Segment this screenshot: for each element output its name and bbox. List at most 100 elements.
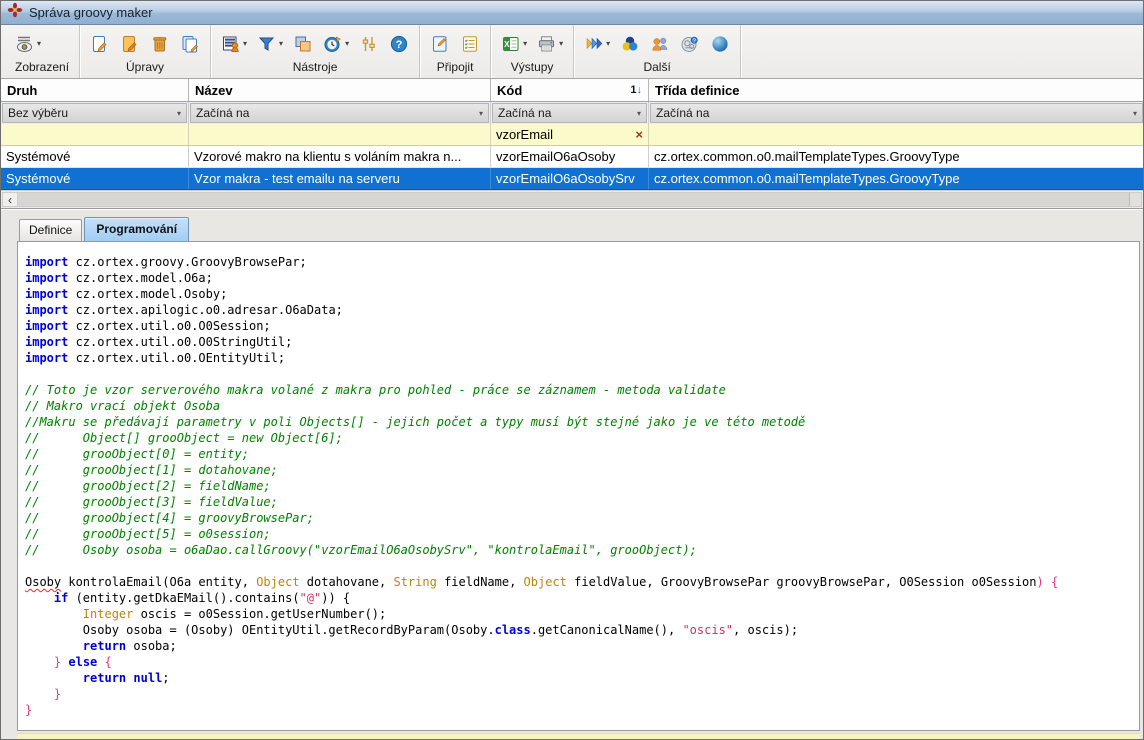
- view-eye-button[interactable]: ▾: [15, 34, 41, 54]
- column-header-t-da-definice[interactable]: Třída definice: [649, 79, 1144, 101]
- view-eye-icon: [15, 34, 35, 54]
- filter-value-input[interactable]: [189, 124, 491, 145]
- filter-button[interactable]: ▾: [257, 34, 283, 54]
- toolbar-group-výstupy: X▾▾Výstupy: [491, 25, 574, 78]
- code-segment-c: // grooObject[4] = groovyBrowsePar;: [25, 511, 314, 525]
- scroll-left-button[interactable]: ‹: [2, 192, 18, 207]
- attach-list-button[interactable]: [460, 34, 480, 54]
- code-segment-k: import: [25, 303, 68, 317]
- code-segment-c: // Object[] grooObject = new Object[6];: [25, 431, 343, 445]
- more-chevrons-button[interactable]: ▾: [584, 34, 610, 54]
- code-segment-p: cz.ortex.util.o0.O0StringUtil;: [68, 335, 292, 349]
- table-row[interactable]: SystémovéVzorové makro na klientu s volá…: [1, 146, 1143, 168]
- code-segment-b: ) {: [1037, 575, 1059, 589]
- dropdown-caret-icon[interactable]: ▾: [559, 40, 563, 48]
- code-segment-t: Object: [524, 575, 567, 589]
- code-segment-p: [25, 591, 54, 605]
- code-segment-c: // grooObject[3] = fieldValue;: [25, 495, 278, 509]
- filter-operator-dropdown[interactable]: Začíná na▾: [492, 103, 647, 123]
- detail-panel: DefiniceProgramování import cz.ortex.gro…: [1, 209, 1143, 739]
- dropdown-caret-icon[interactable]: ▾: [243, 40, 247, 48]
- sphere-button[interactable]: [710, 34, 730, 54]
- tab-definice[interactable]: Definice: [19, 219, 82, 241]
- browse-settings-button[interactable]: ▾: [221, 34, 247, 54]
- edit-record-button[interactable]: [120, 34, 140, 54]
- filter-icon: [257, 34, 277, 54]
- clear-filter-icon[interactable]: ×: [635, 127, 643, 142]
- filter-value-input[interactable]: vzorEmail×: [491, 124, 649, 145]
- title-bar[interactable]: Správa groovy maker: [1, 1, 1143, 25]
- users-button[interactable]: [650, 34, 670, 54]
- grid-horizontal-scrollbar[interactable]: ‹: [1, 190, 1143, 208]
- column-header-druh[interactable]: Druh: [1, 79, 189, 101]
- code-segment-p: ;: [162, 671, 169, 685]
- code-line: import cz.ortex.apilogic.o0.adresar.O6aD…: [25, 302, 1139, 318]
- svg-text:?: ?: [693, 38, 696, 44]
- code-line: import cz.ortex.groovy.GroovyBrowsePar;: [25, 254, 1139, 270]
- code-line: } else {: [25, 654, 1139, 670]
- print-button[interactable]: ▾: [537, 34, 563, 54]
- dropdown-caret-icon[interactable]: ▾: [606, 40, 610, 48]
- code-segment-k: import: [25, 351, 68, 365]
- code-line: [25, 558, 1139, 574]
- code-segment-p: [25, 687, 54, 701]
- dropdown-caret-icon[interactable]: ▾: [345, 40, 349, 48]
- table-row-selected[interactable]: SystémovéVzor makra - test emailu na ser…: [1, 168, 1143, 190]
- filter-operator-dropdown[interactable]: Začíná na▾: [190, 103, 489, 123]
- code-line: // Object[] grooObject = new Object[6];: [25, 430, 1139, 446]
- delete-record-icon: [150, 34, 170, 54]
- grid-filter-operator-row: Bez výběru▾Začíná na▾Začíná na▾Začíná na…: [1, 102, 1143, 124]
- code-segment-p: cz.ortex.model.Osoby;: [68, 287, 227, 301]
- code-segment-p: [25, 607, 83, 621]
- history-clock-button[interactable]: ▾: [323, 34, 349, 54]
- code-segment-t: Object: [256, 575, 299, 589]
- sphere-icon: [710, 34, 730, 54]
- copy-record-icon: [180, 34, 200, 54]
- excel-export-button[interactable]: X▾: [501, 34, 527, 54]
- code-segment-k: import: [25, 287, 68, 301]
- dropdown-caret-icon[interactable]: ▾: [37, 40, 41, 48]
- filter-operator-value: Začíná na: [196, 106, 249, 120]
- history-clock-icon: [323, 34, 343, 54]
- filter-operator-dropdown[interactable]: Začíná na▾: [650, 103, 1143, 123]
- delete-record-button[interactable]: [150, 34, 170, 54]
- column-header-k-d[interactable]: Kód1↓: [491, 79, 649, 101]
- code-editor[interactable]: import cz.ortex.groovy.GroovyBrowsePar; i…: [17, 241, 1140, 731]
- new-record-button[interactable]: [90, 34, 110, 54]
- code-segment-c: // Makro vrací objekt Osoba: [25, 399, 220, 413]
- excel-export-icon: X: [501, 34, 521, 54]
- code-line: // Toto je vzor serverového makra volané…: [25, 382, 1139, 398]
- scrollbar-track[interactable]: [18, 192, 1142, 207]
- users-icon: [650, 34, 670, 54]
- filter-operator-cell: Začíná na▾: [491, 102, 649, 124]
- filter-value-input[interactable]: [1, 124, 189, 145]
- toolbar-group-label: Úpravy: [90, 59, 200, 76]
- code-segment-p: fieldValue, GroovyBrowsePar groovyBrowse…: [567, 575, 1037, 589]
- code-line: }: [25, 686, 1139, 702]
- sliders-button[interactable]: [359, 34, 379, 54]
- filter-value-input[interactable]: [649, 124, 1144, 145]
- svg-text:X: X: [504, 39, 510, 49]
- color-balls-button[interactable]: [620, 34, 640, 54]
- attach-note-button[interactable]: [430, 34, 450, 54]
- dropdown-caret-icon[interactable]: ▾: [523, 40, 527, 48]
- code-segment-p: , oscis);: [733, 623, 798, 637]
- code-segment-p: dotahovane,: [300, 575, 394, 589]
- code-segment-p: fieldName,: [437, 575, 524, 589]
- dropdown-caret-icon[interactable]: ▾: [279, 40, 283, 48]
- column-header-n-zev[interactable]: Název: [189, 79, 491, 101]
- code-segment-c: // grooObject[5] = o0session;: [25, 527, 271, 541]
- bottom-filter-strip: [17, 733, 1140, 739]
- ai-head-button[interactable]: ?: [680, 34, 700, 54]
- copy-record-button[interactable]: [180, 34, 200, 54]
- toolbar-group-zobrazení: ▾Zobrazení: [5, 25, 80, 78]
- window-overlap-button[interactable]: [293, 34, 313, 54]
- tab-programov-n-[interactable]: Programování: [84, 217, 189, 241]
- code-line: return osoba;: [25, 638, 1139, 654]
- browse-settings-icon: [221, 34, 241, 54]
- help-button[interactable]: ?: [389, 34, 409, 54]
- toolbar-group-icons: ▾ ▾ ▾?: [221, 29, 409, 59]
- scrollbar-thumb[interactable]: [18, 193, 1130, 206]
- svg-text:?: ?: [396, 39, 403, 51]
- filter-operator-dropdown[interactable]: Bez výběru▾: [2, 103, 187, 123]
